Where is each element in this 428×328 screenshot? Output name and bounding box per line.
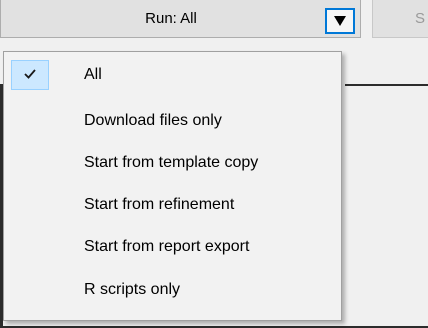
- checkmark-icon: [24, 69, 36, 79]
- menu-item-label: Start from refinement: [84, 196, 235, 213]
- run-mode-label: Run: All: [145, 10, 197, 27]
- menu-item-download-files-only[interactable]: Download files only: [8, 104, 337, 138]
- selected-item-highlight: [11, 60, 49, 90]
- menu-item-r-scripts-only[interactable]: R scripts only: [8, 273, 337, 307]
- run-mode-dropdown-button[interactable]: [325, 8, 355, 34]
- menu-item-start-from-refinement[interactable]: Start from refinement: [8, 188, 337, 222]
- window-edge-top-right: [345, 84, 428, 86]
- menu-item-label: Start from template copy: [84, 154, 259, 171]
- run-mode-combobox[interactable]: Run: All: [0, 0, 361, 38]
- menu-item-label: Start from report export: [84, 238, 250, 255]
- menu-item-label: Download files only: [84, 112, 222, 129]
- menu-item-label: R scripts only: [84, 281, 181, 298]
- menu-item-all[interactable]: All: [8, 58, 337, 92]
- run-mode-menu: All Download files only Start from templ…: [3, 51, 342, 321]
- menu-item-label: All: [84, 66, 102, 83]
- adjacent-toolbar-button[interactable]: S: [372, 0, 428, 38]
- menu-item-start-from-template-copy[interactable]: Start from template copy: [8, 146, 337, 180]
- menu-item-start-from-report-export[interactable]: Start from report export: [8, 230, 337, 264]
- triangle-down-icon: [334, 16, 346, 26]
- adjacent-toolbar-button-label: S: [415, 10, 426, 27]
